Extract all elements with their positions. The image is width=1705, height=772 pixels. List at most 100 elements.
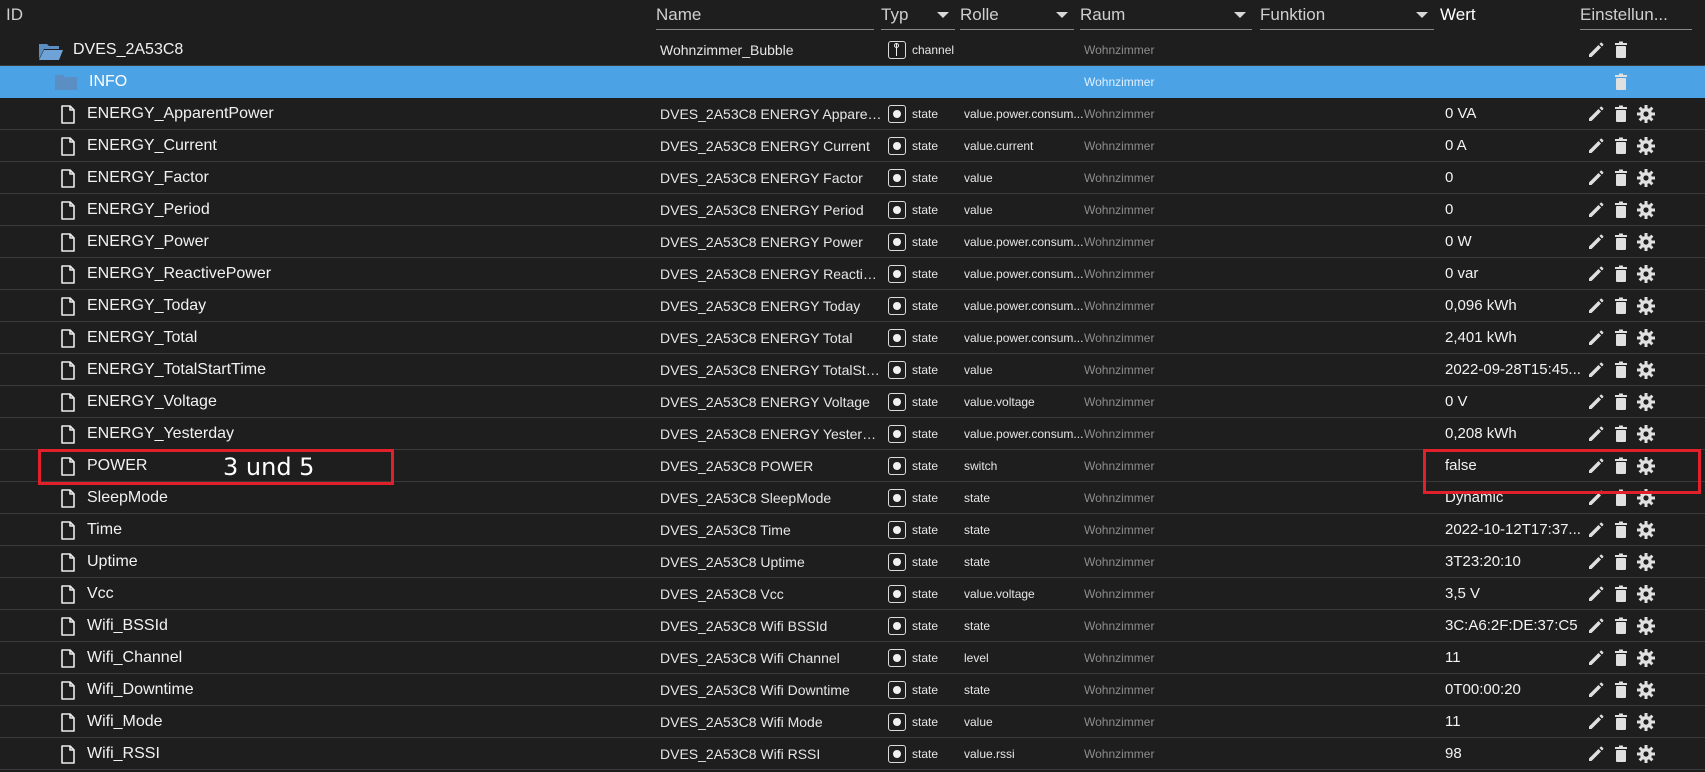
delete-button[interactable]	[1611, 648, 1631, 668]
table-row[interactable]: DVES_2A53C8 Wohnzimmer_Bubble channel Wohnz…	[0, 34, 1705, 66]
table-row[interactable]: ENERGY_Factor DVES_2A53C8 ENERGY Factor st…	[0, 162, 1705, 194]
object-value[interactable]: 0,096 kWh	[1445, 290, 1587, 322]
settings-button[interactable]	[1636, 616, 1656, 636]
table-row[interactable]: ENERGY_TotalStartTime DVES_2A53C8 ENERGY …	[0, 354, 1705, 386]
column-funktion-select[interactable]: Funktion	[1260, 0, 1434, 30]
delete-button[interactable]	[1611, 616, 1631, 636]
table-row[interactable]: Time DVES_2A53C8 Time state state Wohnzimmer…	[0, 514, 1705, 546]
file-icon[interactable]	[60, 553, 76, 577]
edit-button[interactable]	[1586, 40, 1606, 60]
object-value[interactable]: 0 V	[1445, 386, 1587, 418]
settings-button[interactable]	[1636, 232, 1656, 252]
delete-button[interactable]	[1611, 744, 1631, 764]
edit-button[interactable]	[1586, 136, 1606, 156]
object-value[interactable]: 0,208 kWh	[1445, 418, 1587, 450]
delete-button[interactable]	[1611, 72, 1631, 92]
table-row[interactable]: INFO Wohnzimmer	[0, 66, 1705, 98]
delete-button[interactable]	[1611, 136, 1631, 156]
object-value[interactable]: Dynamic	[1445, 482, 1587, 514]
edit-button[interactable]	[1586, 616, 1606, 636]
object-value[interactable]: 2,401 kWh	[1445, 322, 1587, 354]
settings-button[interactable]	[1636, 296, 1656, 316]
edit-button[interactable]	[1586, 264, 1606, 284]
object-value[interactable]: 0 VA	[1445, 98, 1587, 130]
folder-open-icon[interactable]	[38, 41, 64, 66]
settings-button[interactable]	[1636, 712, 1656, 732]
object-value[interactable]: 0	[1445, 194, 1587, 226]
file-icon[interactable]	[60, 265, 76, 289]
object-value[interactable]: 0 W	[1445, 226, 1587, 258]
delete-button[interactable]	[1611, 424, 1631, 444]
delete-button[interactable]	[1611, 520, 1631, 540]
edit-button[interactable]	[1586, 520, 1606, 540]
settings-button[interactable]	[1636, 392, 1656, 412]
delete-button[interactable]	[1611, 360, 1631, 380]
edit-button[interactable]	[1586, 680, 1606, 700]
object-value[interactable]	[1445, 66, 1587, 98]
column-id[interactable]: ID	[6, 0, 646, 30]
settings-button[interactable]	[1636, 584, 1656, 604]
file-icon[interactable]	[60, 713, 76, 737]
edit-button[interactable]	[1586, 168, 1606, 188]
object-value[interactable]: 0 var	[1445, 258, 1587, 290]
object-value[interactable]: 3C:A6:2F:DE:37:C5	[1445, 610, 1587, 642]
table-row[interactable]: Vcc DVES_2A53C8 Vcc state value.voltage Wohn…	[0, 578, 1705, 610]
settings-button[interactable]	[1636, 200, 1656, 220]
delete-button[interactable]	[1611, 488, 1631, 508]
object-value[interactable]: 2022-09-28T15:45...	[1445, 354, 1587, 386]
delete-button[interactable]	[1611, 392, 1631, 412]
delete-button[interactable]	[1611, 456, 1631, 476]
delete-button[interactable]	[1611, 712, 1631, 732]
table-row[interactable]: Wifi_Channel DVES_2A53C8 Wifi Channel stat…	[0, 642, 1705, 674]
settings-button[interactable]	[1636, 680, 1656, 700]
file-icon[interactable]	[60, 329, 76, 353]
edit-button[interactable]	[1586, 392, 1606, 412]
table-row[interactable]: ENERGY_Period DVES_2A53C8 ENERGY Period st…	[0, 194, 1705, 226]
file-icon[interactable]	[60, 169, 76, 193]
delete-button[interactable]	[1611, 104, 1631, 124]
file-icon[interactable]	[60, 425, 76, 449]
settings-button[interactable]	[1636, 456, 1656, 476]
table-row[interactable]: ENERGY_Total DVES_2A53C8 ENERGY Total stat…	[0, 322, 1705, 354]
object-value[interactable]: 11	[1445, 642, 1587, 674]
object-value[interactable]: 98	[1445, 738, 1587, 770]
table-row[interactable]: Wifi_Mode DVES_2A53C8 Wifi Mode state value…	[0, 706, 1705, 738]
column-wert[interactable]: Wert	[1440, 0, 1540, 30]
file-icon[interactable]	[60, 489, 76, 513]
file-icon[interactable]	[60, 137, 76, 161]
table-row[interactable]: ENERGY_Power DVES_2A53C8 ENERGY Power stat…	[0, 226, 1705, 258]
settings-button[interactable]	[1636, 552, 1656, 572]
object-value[interactable]: 0T00:00:20	[1445, 674, 1587, 706]
delete-button[interactable]	[1611, 680, 1631, 700]
edit-button[interactable]	[1586, 360, 1606, 380]
edit-button[interactable]	[1586, 744, 1606, 764]
object-value[interactable]: 0 A	[1445, 130, 1587, 162]
settings-button[interactable]	[1636, 488, 1656, 508]
object-value[interactable]: 3,5 V	[1445, 578, 1587, 610]
settings-button[interactable]	[1636, 744, 1656, 764]
delete-button[interactable]	[1611, 584, 1631, 604]
edit-button[interactable]	[1586, 456, 1606, 476]
table-row[interactable]: Wifi_BSSId DVES_2A53C8 Wifi BSSId state sta…	[0, 610, 1705, 642]
edit-button[interactable]	[1586, 648, 1606, 668]
file-icon[interactable]	[60, 681, 76, 705]
file-icon[interactable]	[60, 521, 76, 545]
column-raum-select[interactable]: Raum	[1080, 0, 1252, 30]
table-row[interactable]: ENERGY_ApparentPower DVES_2A53C8 ENERGY A…	[0, 98, 1705, 130]
file-icon[interactable]	[60, 105, 76, 129]
object-value[interactable]: 11	[1445, 706, 1587, 738]
object-value[interactable]: false	[1445, 450, 1587, 482]
table-row[interactable]: Uptime DVES_2A53C8 Uptime state state Wohnzi…	[0, 546, 1705, 578]
edit-button[interactable]	[1586, 104, 1606, 124]
edit-button[interactable]	[1586, 552, 1606, 572]
column-name[interactable]: Name	[656, 0, 874, 30]
object-value[interactable]: 3T23:20:10	[1445, 546, 1587, 578]
delete-button[interactable]	[1611, 552, 1631, 572]
delete-button[interactable]	[1611, 232, 1631, 252]
object-value[interactable]: 2022-10-12T17:37...	[1445, 514, 1587, 546]
edit-button[interactable]	[1586, 712, 1606, 732]
file-icon[interactable]	[60, 297, 76, 321]
table-row[interactable]: ENERGY_Today DVES_2A53C8 ENERGY Today stat…	[0, 290, 1705, 322]
settings-button[interactable]	[1636, 168, 1656, 188]
column-typ-select[interactable]: Typ	[881, 0, 955, 30]
